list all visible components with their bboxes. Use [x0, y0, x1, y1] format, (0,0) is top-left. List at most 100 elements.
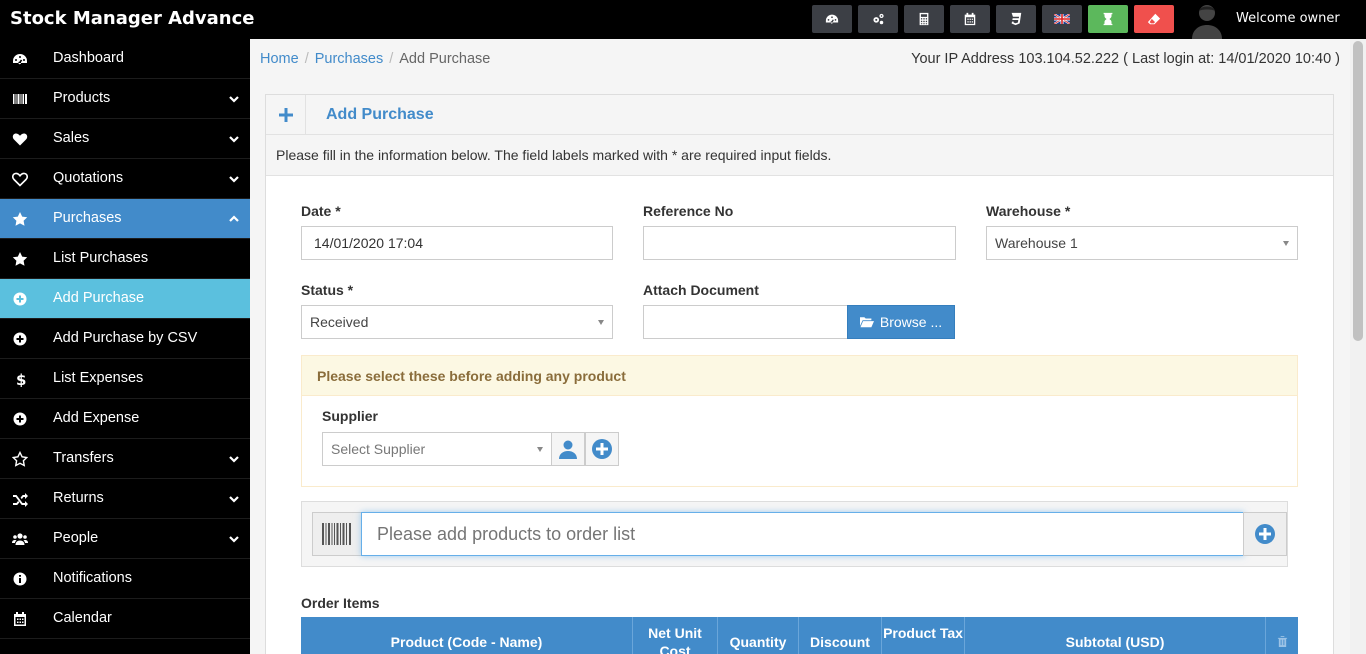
supplier-select[interactable]: Select Supplier [322, 432, 552, 466]
chevron-down-icon [228, 453, 240, 465]
add-product-button[interactable] [1243, 512, 1287, 556]
sidebar-item-label: List Purchases [53, 250, 149, 266]
warehouse-label: Warehouse * [986, 203, 1071, 219]
add-product-bar [301, 501, 1288, 567]
plus-circle-icon [12, 291, 28, 307]
barcode-icon [312, 512, 362, 556]
chevron-up-icon [228, 213, 240, 225]
clear-cache-button[interactable] [1134, 5, 1174, 33]
dashboard-icon [12, 51, 28, 67]
column-header: Product (Code - Name) [301, 617, 633, 654]
sidebar-item-sales[interactable]: Sales [0, 119, 250, 159]
sidebar-item-list-expenses[interactable]: $ List Expenses [0, 359, 250, 399]
heart-outline-icon [12, 171, 28, 187]
user-avatar[interactable] [1188, 0, 1226, 39]
reference-input[interactable] [643, 226, 956, 260]
ip-info: Your IP Address 103.104.52.222 ( Last lo… [911, 51, 1340, 67]
attach-document-label: Attach Document [643, 282, 759, 298]
styles-button[interactable] [996, 5, 1036, 33]
sidebar-item-notifications[interactable]: Notifications [0, 559, 250, 599]
uk-flag-icon [1054, 14, 1070, 24]
settings-button[interactable] [858, 5, 898, 33]
breadcrumb-separator: / [389, 51, 394, 67]
svg-text:$: $ [16, 371, 26, 387]
order-items-table-header: Product (Code - Name) Net Unit Cost Quan… [301, 617, 1298, 654]
sidebar-item-label: Quotations [53, 170, 124, 186]
page-scrollbar[interactable] [1350, 39, 1366, 654]
random-icon [12, 491, 28, 507]
sidebar-item-label: Calendar [53, 610, 112, 626]
chevron-down-icon [228, 493, 240, 505]
calendar-icon [12, 611, 28, 627]
status-label: Status * [301, 282, 354, 298]
sidebar-item-dashboard[interactable]: Dashboard [0, 39, 250, 79]
sidebar-item-label: List Expenses [53, 370, 144, 386]
add-product-input[interactable] [361, 512, 1244, 556]
sidebar-item-label: People [53, 530, 99, 546]
sidebar-item-label: Purchases [53, 210, 122, 226]
sidebar-item-add-purchase[interactable]: Add Purchase [0, 279, 250, 319]
sidebar-item-calendar[interactable]: Calendar [0, 599, 250, 639]
sidebar-item-returns[interactable]: Returns [0, 479, 250, 519]
calendar-button[interactable] [950, 5, 990, 33]
add-purchase-box: Add Purchase Please fill in the informat… [265, 94, 1334, 654]
view-supplier-button[interactable] [551, 432, 585, 466]
dashboard-button[interactable] [812, 5, 852, 33]
dropdown-caret-icon [598, 320, 604, 325]
sidebar-item-label: Add Purchase [53, 290, 145, 306]
sidebar-item-label: Add Purchase by CSV [53, 330, 198, 346]
status-select[interactable]: Received [301, 305, 613, 339]
info-circle-icon [12, 571, 28, 587]
calculator-icon [919, 12, 929, 26]
sidebar-item-add-purchase-csv[interactable]: Add Purchase by CSV [0, 319, 250, 359]
sidebar-item-products[interactable]: Products [0, 79, 250, 119]
users-icon [12, 531, 28, 547]
dropdown-caret-icon [1283, 241, 1289, 246]
date-input[interactable]: 14/01/2020 17:04 [301, 226, 613, 260]
alerts-button[interactable] [1088, 5, 1128, 33]
column-header: Product Tax [882, 617, 965, 654]
chevron-down-icon [228, 173, 240, 185]
browse-label: Browse ... [879, 314, 943, 330]
column-header: Subtotal (USD) [965, 617, 1266, 654]
breadcrumb-current: Add Purchase [399, 51, 491, 67]
sidebar-item-list-purchases[interactable]: List Purchases [0, 239, 250, 279]
breadcrumb-purchases[interactable]: Purchases [315, 51, 384, 67]
chevron-down-icon [228, 133, 240, 145]
barcode-icon [12, 91, 28, 107]
plus-circle-icon [12, 411, 28, 427]
supplier-label: Supplier [322, 408, 379, 424]
chevron-down-icon [228, 93, 240, 105]
plus-icon [266, 95, 306, 135]
sidebar-item-quotations[interactable]: Quotations [0, 159, 250, 199]
sidebar-item-add-expense[interactable]: Add Expense [0, 399, 250, 439]
attach-document-input[interactable] [643, 305, 848, 339]
scrollbar-thumb[interactable] [1353, 41, 1363, 341]
user-icon [559, 440, 577, 459]
language-button[interactable] [1042, 5, 1082, 33]
sidebar-item-purchases[interactable]: Purchases [0, 199, 250, 239]
sidebar-item-transfers[interactable]: Transfers [0, 439, 250, 479]
calculator-button[interactable] [904, 5, 944, 33]
dollar-icon: $ [12, 371, 28, 389]
reference-label: Reference No [643, 203, 734, 219]
breadcrumb-separator: / [304, 51, 309, 67]
app-brand[interactable]: Stock Manager Advance [10, 8, 255, 29]
date-label: Date * [301, 203, 341, 219]
add-supplier-button[interactable] [585, 432, 619, 466]
chevron-down-icon [228, 533, 240, 545]
plus-circle-icon [1255, 524, 1275, 544]
sidebar-item-label: Sales [53, 130, 90, 146]
supplier-placeholder: Select Supplier [331, 441, 426, 457]
star-icon [12, 211, 28, 227]
breadcrumb-home[interactable]: Home [260, 51, 299, 67]
supplier-notice-box: Please select these before adding any pr… [301, 355, 1298, 487]
breadcrumb: Home / Purchases / Add Purchase [260, 51, 490, 67]
box-title: Add Purchase [326, 106, 434, 123]
eraser-icon [1147, 13, 1161, 25]
warehouse-select[interactable]: Warehouse 1 [986, 226, 1298, 260]
column-header: Quantity [718, 617, 799, 654]
browse-button[interactable]: Browse ... [847, 305, 955, 339]
welcome-text[interactable]: Welcome owner [1236, 11, 1340, 26]
sidebar-item-people[interactable]: People [0, 519, 250, 559]
